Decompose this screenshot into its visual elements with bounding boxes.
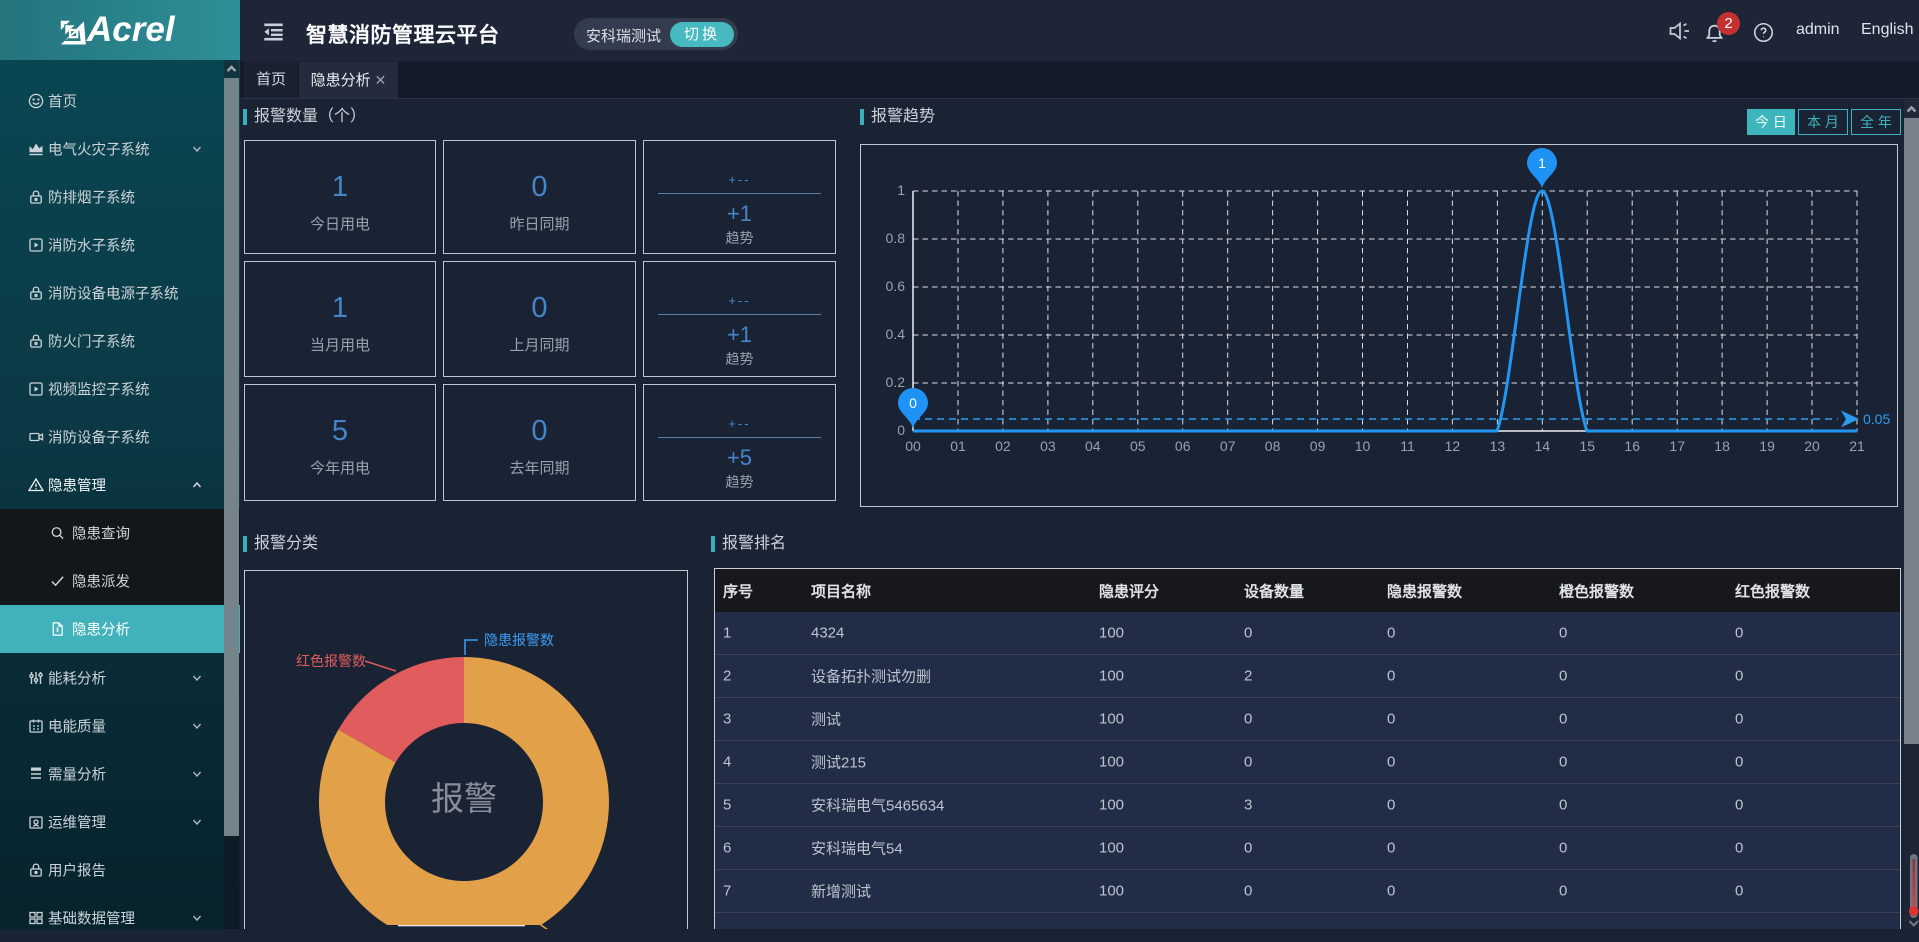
svg-text:红色报警数: 红色报警数 [296, 653, 366, 669]
svg-text:0.8: 0.8 [886, 230, 906, 246]
svg-text:0.4: 0.4 [886, 326, 906, 342]
svg-text:17: 17 [1669, 438, 1685, 454]
svg-text:14: 14 [1535, 438, 1551, 454]
svg-text:19: 19 [1759, 438, 1775, 454]
svg-text:08: 08 [1265, 438, 1281, 454]
svg-text:13: 13 [1490, 438, 1506, 454]
svg-text:0: 0 [897, 422, 905, 438]
svg-text:04: 04 [1085, 438, 1101, 454]
svg-text:01: 01 [950, 438, 966, 454]
svg-text:1: 1 [1538, 155, 1546, 171]
svg-text:0.05: 0.05 [1863, 411, 1890, 427]
svg-text:报警: 报警 [431, 780, 497, 817]
svg-text:11: 11 [1400, 438, 1415, 454]
svg-text:0.2: 0.2 [886, 374, 906, 390]
svg-text:00: 00 [905, 438, 921, 454]
svg-text:15: 15 [1579, 438, 1595, 454]
svg-text:1: 1 [897, 182, 905, 198]
svg-text:10: 10 [1355, 438, 1371, 454]
svg-text:21: 21 [1849, 438, 1865, 454]
svg-text:05: 05 [1130, 438, 1146, 454]
svg-text:20: 20 [1804, 438, 1820, 454]
svg-text:03: 03 [1040, 438, 1056, 454]
svg-text:02: 02 [995, 438, 1011, 454]
svg-text:0.6: 0.6 [886, 278, 906, 294]
svg-text:06: 06 [1175, 438, 1191, 454]
svg-text:09: 09 [1310, 438, 1326, 454]
svg-text:18: 18 [1714, 438, 1730, 454]
svg-text:0: 0 [909, 395, 917, 411]
svg-text:12: 12 [1445, 438, 1461, 454]
svg-text:16: 16 [1624, 438, 1640, 454]
svg-text:07: 07 [1220, 438, 1236, 454]
svg-text:隐患报警数: 隐患报警数 [484, 632, 554, 648]
